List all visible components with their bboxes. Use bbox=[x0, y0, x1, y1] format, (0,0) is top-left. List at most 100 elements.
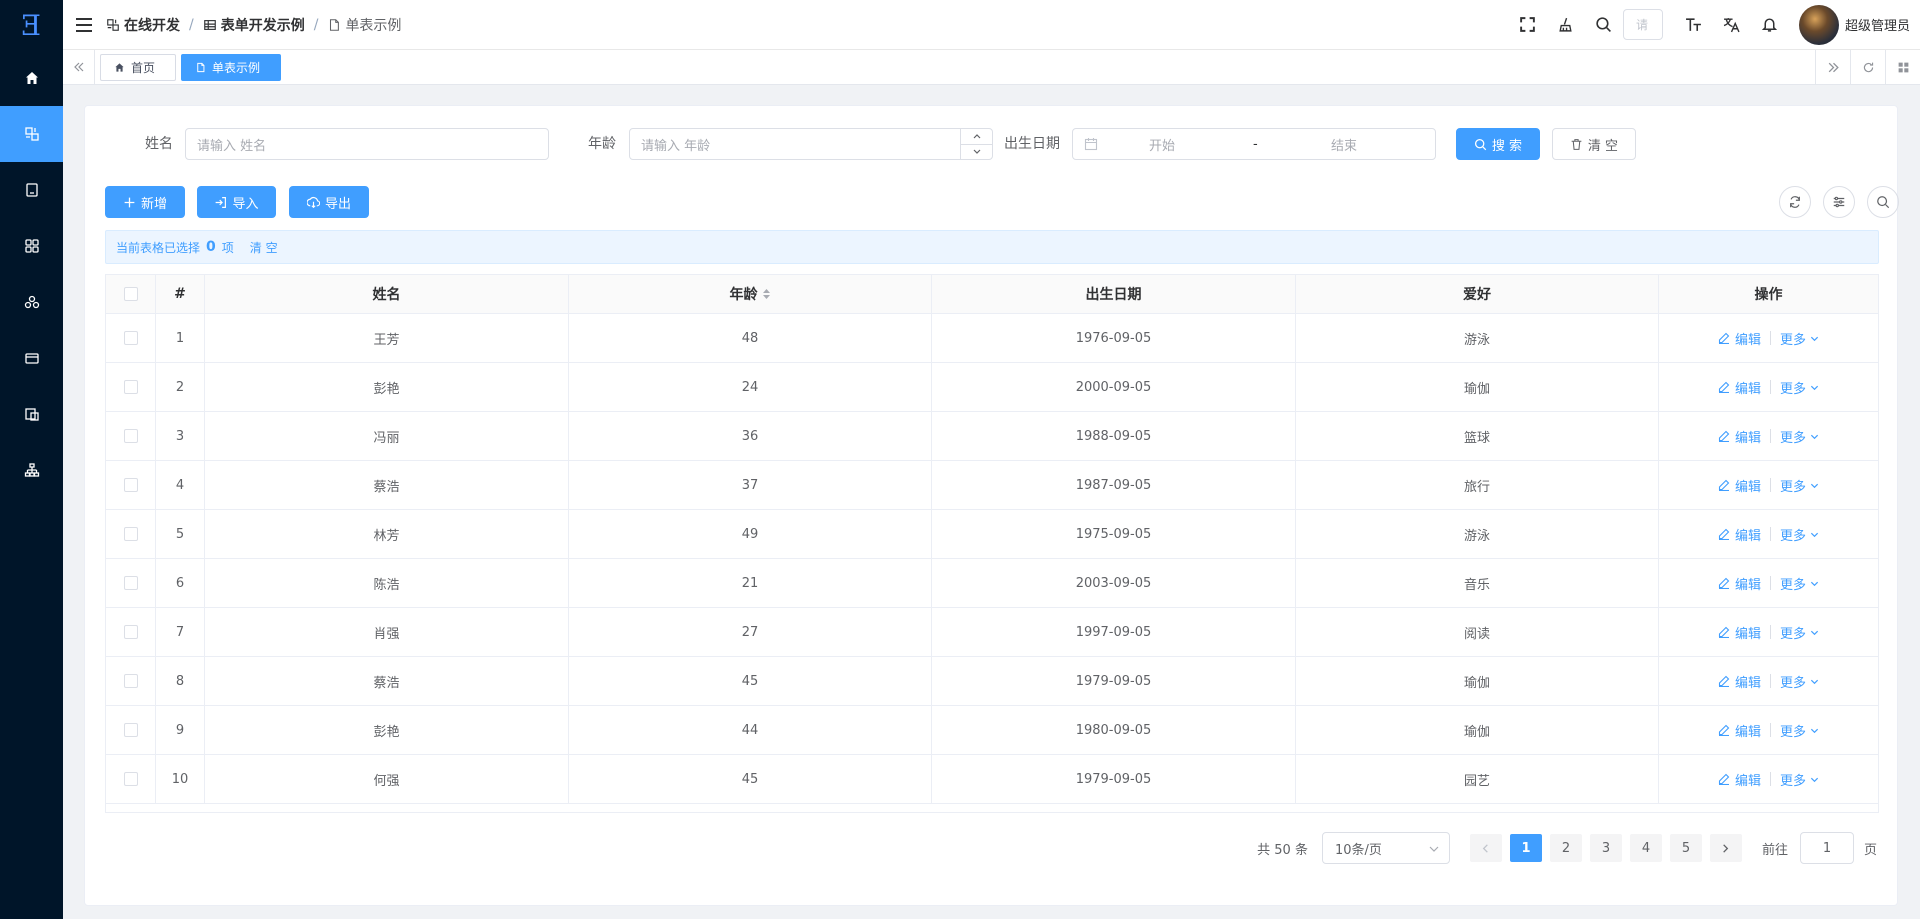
select-all-checkbox[interactable] bbox=[123, 287, 138, 301]
table-row[interactable]: 6 陈浩 21 2003-09-05 音乐 编辑 更多 bbox=[106, 559, 1878, 608]
end-date-input[interactable]: 结束 bbox=[1331, 135, 1357, 154]
row-checkbox[interactable] bbox=[123, 625, 138, 639]
edit-link[interactable]: 编辑 bbox=[1718, 329, 1761, 348]
more-dropdown[interactable]: 更多 bbox=[1780, 672, 1819, 691]
more-dropdown[interactable]: 更多 bbox=[1780, 329, 1819, 348]
table-row[interactable]: 9 彭艳 44 1980-09-05 瑜伽 编辑 更多 bbox=[106, 706, 1878, 755]
import-button[interactable]: 导入 bbox=[197, 186, 276, 218]
cell-age: 24 bbox=[569, 363, 932, 411]
cell-age: 44 bbox=[569, 706, 932, 754]
breadcrumb-item-online-dev[interactable]: 在线开发 bbox=[106, 15, 180, 35]
more-dropdown[interactable]: 更多 bbox=[1780, 770, 1819, 789]
tab-home[interactable]: 首页 bbox=[100, 53, 177, 81]
name-input[interactable]: 请输入 姓名 bbox=[185, 128, 549, 160]
sidebar-item-home[interactable] bbox=[0, 50, 63, 106]
sidebar-item-components[interactable] bbox=[0, 218, 63, 274]
clear-selection-link[interactable]: 清 空 bbox=[250, 239, 278, 256]
table-row[interactable]: 3 冯丽 36 1988-09-05 篮球 编辑 更多 bbox=[106, 412, 1878, 461]
bell-icon[interactable] bbox=[1760, 15, 1780, 35]
edit-link[interactable]: 编辑 bbox=[1718, 476, 1761, 495]
table-row[interactable]: 1 王芳 48 1976-09-05 游泳 编辑 更多 bbox=[106, 314, 1878, 363]
table-row[interactable]: 2 彭艳 24 2000-09-05 瑜伽 编辑 更多 bbox=[106, 363, 1878, 412]
page-button[interactable]: 3 bbox=[1589, 834, 1622, 862]
more-dropdown[interactable]: 更多 bbox=[1780, 525, 1819, 544]
app-logo[interactable]: Ǝ bbox=[0, 0, 63, 50]
search-icon[interactable] bbox=[1594, 15, 1614, 35]
sort-icon[interactable] bbox=[762, 288, 771, 300]
row-checkbox[interactable] bbox=[123, 478, 138, 492]
edit-link[interactable]: 编辑 bbox=[1718, 672, 1761, 691]
decrease-icon[interactable] bbox=[961, 145, 992, 160]
page-button[interactable]: 1 bbox=[1509, 834, 1542, 862]
add-button[interactable]: 新增 bbox=[105, 186, 185, 218]
row-checkbox[interactable] bbox=[123, 772, 138, 786]
tabs-menu-icon[interactable] bbox=[1885, 50, 1920, 84]
more-dropdown[interactable]: 更多 bbox=[1780, 721, 1819, 740]
clear-cache-icon[interactable] bbox=[1556, 15, 1576, 35]
row-checkbox[interactable] bbox=[123, 674, 138, 688]
cell-hobby: 瑜伽 bbox=[1296, 363, 1659, 411]
menu-toggle-icon[interactable] bbox=[76, 17, 92, 32]
sidebar-item-online-dev[interactable] bbox=[0, 106, 63, 162]
age-input[interactable]: 请输入 年龄 bbox=[629, 128, 993, 160]
edit-link[interactable]: 编辑 bbox=[1718, 770, 1761, 789]
refresh-tab-icon[interactable] bbox=[1850, 50, 1885, 84]
table-row[interactable]: 4 蔡浩 37 1987-09-05 旅行 编辑 更多 bbox=[106, 461, 1878, 510]
row-checkbox[interactable] bbox=[123, 380, 138, 394]
user-menu[interactable]: 超级管理员 bbox=[1798, 4, 1910, 45]
edit-link[interactable]: 编辑 bbox=[1718, 525, 1761, 544]
page-size-select[interactable]: 10条/页 bbox=[1321, 832, 1450, 864]
row-checkbox[interactable] bbox=[123, 429, 138, 443]
table-row[interactable]: 7 肖强 27 1997-09-05 阅读 编辑 更多 bbox=[106, 608, 1878, 657]
table-row[interactable]: 5 林芳 49 1975-09-05 游泳 编辑 更多 bbox=[106, 510, 1878, 559]
column-settings-icon[interactable] bbox=[1823, 186, 1855, 218]
export-button[interactable]: 导出 bbox=[289, 186, 369, 218]
sidebar-item-cluster[interactable] bbox=[0, 274, 63, 330]
edit-link[interactable]: 编辑 bbox=[1718, 623, 1761, 642]
breadcrumb-item-form-dev[interactable]: 表单开发示例 bbox=[203, 15, 305, 35]
goto-page-input[interactable]: 1 bbox=[1799, 832, 1854, 864]
sidebar-item-document[interactable] bbox=[0, 162, 63, 218]
avatar[interactable] bbox=[1798, 4, 1839, 45]
sidebar-item-org[interactable] bbox=[0, 442, 63, 498]
header-search-input[interactable]: 请 bbox=[1622, 9, 1663, 40]
font-size-icon[interactable] bbox=[1684, 15, 1704, 35]
cell-name: 何强 bbox=[205, 755, 569, 803]
edit-link[interactable]: 编辑 bbox=[1718, 721, 1761, 740]
page-button[interactable]: 4 bbox=[1629, 834, 1662, 862]
edit-link[interactable]: 编辑 bbox=[1718, 378, 1761, 397]
more-dropdown[interactable]: 更多 bbox=[1780, 427, 1819, 446]
edit-link[interactable]: 编辑 bbox=[1718, 574, 1761, 593]
prev-page-button[interactable] bbox=[1469, 834, 1502, 862]
page-button[interactable]: 2 bbox=[1549, 834, 1582, 862]
header-age[interactable]: 年龄 bbox=[569, 275, 932, 313]
more-dropdown[interactable]: 更多 bbox=[1780, 378, 1819, 397]
row-checkbox[interactable] bbox=[123, 331, 138, 345]
translate-icon[interactable] bbox=[1722, 15, 1742, 35]
tabs-scroll-right-icon[interactable] bbox=[1815, 50, 1850, 84]
table-row[interactable]: 10 何强 45 1979-09-05 园艺 编辑 更多 bbox=[106, 755, 1878, 804]
more-dropdown[interactable]: 更多 bbox=[1780, 623, 1819, 642]
birth-range-picker[interactable]: 开始 - 结束 bbox=[1072, 128, 1436, 160]
row-checkbox[interactable] bbox=[123, 576, 138, 590]
fullscreen-icon[interactable] bbox=[1518, 15, 1538, 35]
start-date-input[interactable]: 开始 bbox=[1149, 135, 1175, 154]
next-page-button[interactable] bbox=[1709, 834, 1742, 862]
increase-icon[interactable] bbox=[961, 129, 992, 145]
chevron-down-icon bbox=[1810, 679, 1819, 684]
more-dropdown[interactable]: 更多 bbox=[1780, 574, 1819, 593]
tabs-scroll-left-icon[interactable] bbox=[63, 50, 95, 84]
tab-single-table[interactable]: 单表示例 bbox=[181, 53, 282, 81]
sidebar-item-card[interactable] bbox=[0, 330, 63, 386]
row-checkbox[interactable] bbox=[123, 527, 138, 541]
edit-link[interactable]: 编辑 bbox=[1718, 427, 1761, 446]
reset-button[interactable]: 清 空 bbox=[1552, 128, 1636, 160]
sidebar-item-files[interactable] bbox=[0, 386, 63, 442]
more-dropdown[interactable]: 更多 bbox=[1780, 476, 1819, 495]
refresh-table-icon[interactable] bbox=[1779, 186, 1811, 218]
table-row[interactable]: 8 蔡浩 45 1979-09-05 瑜伽 编辑 更多 bbox=[106, 657, 1878, 706]
search-button[interactable]: 搜 索 bbox=[1456, 128, 1540, 160]
page-button[interactable]: 5 bbox=[1669, 834, 1702, 862]
row-checkbox[interactable] bbox=[123, 723, 138, 737]
toggle-search-icon[interactable] bbox=[1867, 186, 1899, 218]
